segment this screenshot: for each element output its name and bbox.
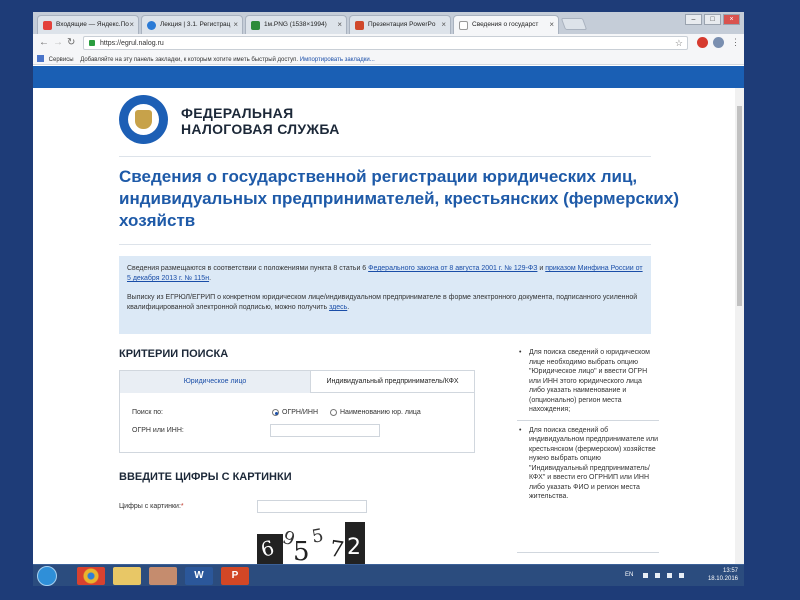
captcha-digit: 2 (347, 535, 361, 560)
radio-name-label[interactable]: Наименованию юр. лица (340, 409, 421, 416)
menu-icon[interactable]: ⋮ (731, 37, 740, 48)
tab-mail[interactable]: Входящие — Яндекс.По × (37, 15, 139, 34)
minimize-icon[interactable]: – (685, 14, 702, 25)
tab-individual-entrepreneur[interactable]: Индивидуальный предприниматель/КФХ (310, 371, 474, 393)
tab-lecture[interactable]: Лекция | 3.1. Регистрац × (141, 15, 243, 34)
lock-icon (89, 40, 95, 46)
chrome-icon[interactable] (77, 567, 105, 585)
radio-name[interactable] (330, 409, 337, 416)
divider (119, 156, 651, 157)
tray-arrow-icon[interactable] (643, 573, 648, 578)
bookmarks-hint: Добавляйте на эту панель закладки, к кот… (80, 57, 299, 63)
close-window-icon[interactable]: × (723, 14, 740, 25)
extension-icon[interactable] (713, 37, 724, 48)
word-icon[interactable]: W (185, 567, 213, 585)
search-criteria-heading: КРИТЕРИИ ПОИСКА (119, 348, 229, 360)
bookmarks-services[interactable]: Сервисы (49, 57, 74, 63)
info-notice: Сведения размещаются в соответствии с по… (119, 256, 651, 334)
hint-item: Для поиска сведений о юридическом лице н… (517, 348, 659, 415)
close-icon[interactable]: × (233, 20, 238, 29)
captcha-input[interactable] (257, 500, 367, 513)
url-input[interactable]: https://egrul.nalog.ru ☆ (83, 36, 688, 50)
search-form: Юридическое лицо Индивидуальный предприн… (119, 370, 475, 453)
divider (119, 244, 651, 245)
window-controls: – □ × (685, 14, 740, 25)
mail-icon (43, 21, 52, 30)
star-icon[interactable]: ☆ (675, 38, 683, 49)
hint-item: Для поиска сведений об индивидуальном пр… (517, 426, 659, 502)
forward-icon[interactable]: → (53, 37, 63, 48)
address-bar-row: ← → ↻ https://egrul.nalog.ru ☆ ⋮ (33, 34, 744, 52)
close-icon[interactable]: × (441, 20, 446, 29)
captcha-digit: 5 (310, 525, 325, 548)
divider (517, 419, 659, 421)
maximize-icon[interactable]: □ (704, 14, 721, 25)
explorer-icon[interactable] (113, 567, 141, 585)
clock[interactable]: 13:57 18.10.2016 (708, 567, 738, 583)
web-page: ФЕДЕРАЛЬНАЯ НАЛОГОВАЯ СЛУЖБА Сведения о … (33, 66, 744, 564)
browser-tab-bar: Входящие — Яндекс.По × Лекция | 3.1. Рег… (33, 12, 744, 34)
import-bookmarks-link[interactable]: Импортировать закладки... (300, 57, 375, 63)
scrollbar-thumb[interactable] (737, 106, 742, 306)
bookmarks-bar: Сервисы Добавляйте на эту панель закладк… (33, 52, 744, 65)
captcha-image: 6 9 5 5 7 2 (257, 516, 365, 564)
site-logo-text[interactable]: ФЕДЕРАЛЬНАЯ НАЛОГОВАЯ СЛУЖБА (181, 105, 340, 137)
divider (517, 552, 659, 553)
flag-icon[interactable] (655, 573, 660, 578)
tab-presentation[interactable]: Презентация PowerPo × (349, 15, 451, 34)
volume-icon[interactable] (679, 573, 684, 578)
network-icon[interactable] (667, 573, 672, 578)
back-icon[interactable]: ← (39, 37, 49, 48)
search-hints: Для поиска сведений о юридическом лице н… (517, 348, 659, 507)
powerpoint-icon[interactable]: P (221, 567, 249, 585)
tab-image[interactable]: 1м.PNG (1538×1994) × (245, 15, 347, 34)
image-icon (251, 21, 260, 30)
fns-emblem-icon[interactable] (119, 95, 168, 144)
extract-here-link[interactable]: здесь (329, 304, 347, 311)
new-tab-button[interactable] (560, 18, 588, 30)
reload-icon[interactable]: ↻ (67, 37, 75, 48)
opera-extension-icon[interactable] (697, 37, 708, 48)
search-by-label: Поиск по: (132, 409, 163, 416)
site-top-bar (33, 66, 744, 88)
windows-taskbar: W P EN 13:57 18.10.2016 (33, 564, 744, 586)
captcha-digit: 7 (328, 537, 345, 564)
page-icon (459, 21, 468, 30)
ogrn-inn-input[interactable] (270, 424, 380, 437)
user-app-icon[interactable] (149, 567, 177, 585)
presentation-icon (355, 21, 364, 30)
language-indicator[interactable]: EN (625, 572, 633, 578)
tab-legal-entity[interactable]: Юридическое лицо (120, 371, 310, 393)
apps-grid-icon (37, 55, 44, 62)
page-scrollbar[interactable] (735, 88, 744, 564)
screenshot: Входящие — Яндекс.По × Лекция | 3.1. Рег… (33, 12, 744, 586)
start-button[interactable] (37, 566, 57, 586)
radio-ogrn-label[interactable]: ОГРН/ИНН (282, 409, 318, 416)
ogrn-inn-label: ОГРН или ИНН: (132, 427, 184, 434)
captcha-digit: 5 (293, 537, 310, 564)
captcha-heading: ВВЕДИТЕ ЦИФРЫ С КАРТИНКИ (119, 471, 292, 483)
captcha-label: Цифры с картинки:* (119, 503, 184, 510)
tab-egrul[interactable]: Сведения о государст × (453, 15, 559, 34)
close-icon[interactable]: × (337, 20, 342, 29)
close-icon[interactable]: × (549, 20, 554, 29)
page-title: Сведения о государственной регистрации ю… (119, 167, 679, 230)
radio-ogrn[interactable] (272, 409, 279, 416)
federal-law-link[interactable]: Федерального закона от 8 августа 2001 г.… (368, 265, 537, 272)
loading-icon (147, 21, 156, 30)
close-icon[interactable]: × (129, 20, 134, 29)
